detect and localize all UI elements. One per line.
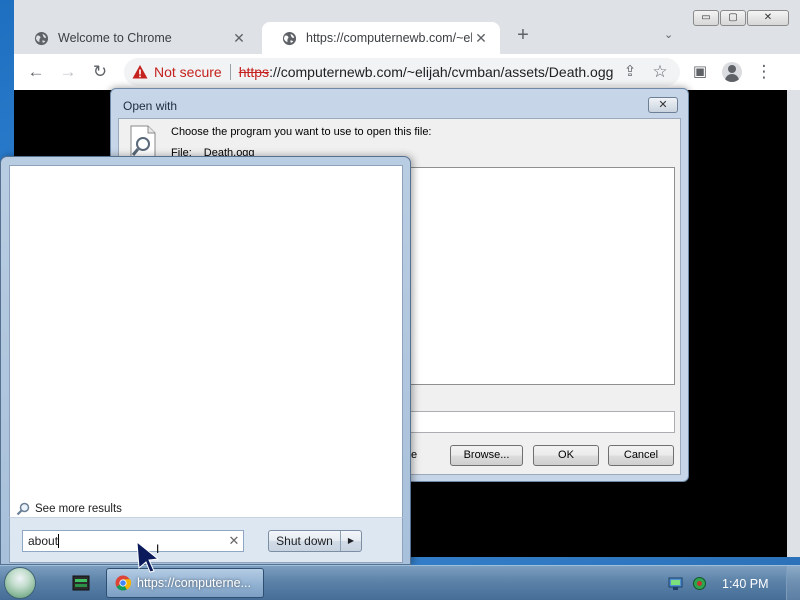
- volume-icon[interactable]: [692, 576, 707, 591]
- omnibox-separator: [229, 64, 231, 80]
- globe-icon: [34, 31, 49, 45]
- dialog-title: Open with: [123, 99, 178, 113]
- shutdown-button[interactable]: Shut down ▶: [268, 530, 362, 552]
- shutdown-label[interactable]: Shut down: [269, 531, 341, 551]
- always-use-checkbox-label: e: [411, 449, 418, 461]
- file-magnifier-icon: [130, 125, 156, 159]
- start-menu: See more results about ✕ Shut down ▶: [0, 156, 411, 565]
- browser-toolbar: ← → ↻ Not secure https ://computernewb.c…: [14, 54, 800, 90]
- search-icon: [16, 502, 30, 516]
- new-tab-button[interactable]: +: [512, 24, 534, 47]
- reload-icon[interactable]: ↻: [90, 62, 110, 82]
- forward-icon[interactable]: →: [58, 62, 78, 82]
- start-menu-footer: about ✕ Shut down ▶: [9, 517, 403, 563]
- tab-active[interactable]: https://computernewb.com/~elijah ✕: [262, 22, 500, 54]
- taskbar-pinned-app-icon[interactable]: [66, 569, 96, 597]
- profile-avatar-icon[interactable]: [722, 62, 742, 82]
- cancel-button[interactable]: Cancel: [608, 445, 674, 466]
- side-panel-icon[interactable]: ▣: [690, 62, 710, 82]
- tab-welcome[interactable]: Welcome to Chrome ✕: [14, 22, 258, 54]
- address-bar[interactable]: Not secure https ://computernewb.com/~el…: [124, 58, 680, 86]
- tab-strip: Welcome to Chrome ✕ https://computernewb…: [14, 0, 800, 54]
- taskbar-chrome-button[interactable]: https://computerne...: [106, 568, 264, 598]
- app-window-icon: [72, 575, 90, 591]
- clock[interactable]: 1:40 PM: [722, 577, 769, 591]
- program-description-field[interactable]: [409, 411, 675, 433]
- ok-button[interactable]: OK: [533, 445, 599, 466]
- tab-close-icon[interactable]: ✕: [472, 30, 490, 47]
- search-input-text: about: [28, 533, 60, 549]
- see-more-results-label: See more results: [35, 503, 122, 515]
- globe-icon: [282, 31, 297, 45]
- taskbar-chrome-label: https://computerne...: [137, 576, 251, 590]
- share-icon[interactable]: ⇪: [620, 62, 640, 82]
- url-text: ://computernewb.com/~elijah/cvmban/asset…: [269, 64, 614, 80]
- dialog-prompt: Choose the program you want to use to op…: [171, 126, 432, 138]
- program-list[interactable]: [409, 167, 675, 385]
- bookmark-star-icon[interactable]: ☆: [650, 62, 670, 82]
- text-cursor-icon: I: [156, 542, 160, 556]
- menu-kebab-icon[interactable]: ⋮: [754, 62, 774, 82]
- taskbar: https://computerne... 1:40 PM: [0, 565, 800, 600]
- tab-title: Welcome to Chrome: [58, 31, 172, 45]
- network-icon[interactable]: [668, 577, 683, 591]
- maximize-button[interactable]: ▢: [720, 10, 746, 26]
- tab-close-icon[interactable]: ✕: [230, 30, 248, 47]
- browse-button[interactable]: Browse...: [450, 445, 523, 466]
- warning-icon: [132, 65, 148, 79]
- tab-title: https://computernewb.com/~elijah: [306, 31, 472, 45]
- tab-search-icon[interactable]: ⌄: [664, 28, 673, 41]
- window-controls: ▭ ▢ ✕: [692, 10, 789, 26]
- back-icon[interactable]: ←: [26, 62, 46, 82]
- text-caret: [58, 534, 60, 549]
- dialog-close-button[interactable]: ✕: [648, 97, 678, 113]
- clear-search-icon[interactable]: ✕: [225, 533, 243, 549]
- show-desktop-button[interactable]: [786, 566, 800, 600]
- shutdown-options-arrow-icon[interactable]: ▶: [341, 531, 361, 551]
- chrome-logo-icon: [115, 575, 131, 591]
- not-secure-label[interactable]: Not secure: [154, 64, 222, 80]
- see-more-results-link[interactable]: See more results: [16, 502, 122, 516]
- start-button[interactable]: [4, 567, 36, 599]
- minimize-button[interactable]: ▭: [693, 10, 719, 26]
- start-search-input[interactable]: about ✕: [22, 530, 244, 552]
- window-close-button[interactable]: ✕: [747, 10, 789, 26]
- search-results-pane: See more results: [9, 165, 403, 521]
- url-scheme: https: [238, 64, 270, 80]
